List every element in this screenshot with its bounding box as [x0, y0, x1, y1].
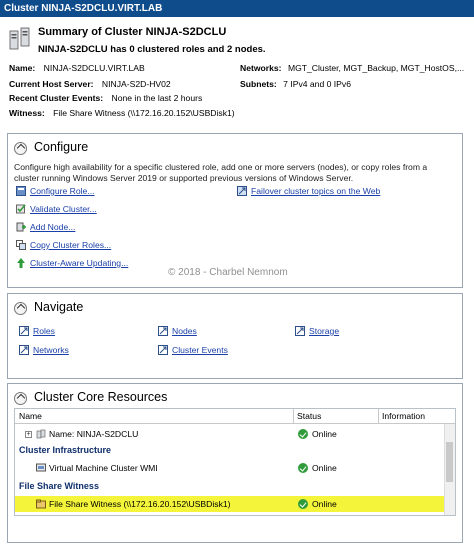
column-header-name[interactable]: Name: [19, 409, 42, 423]
configure-description: Configure high availability for a specif…: [14, 162, 428, 183]
configure-role-link[interactable]: Configure Role...: [30, 186, 95, 196]
add-node-icon: [16, 222, 26, 232]
host-label: Current Host Server:: [9, 79, 94, 89]
subnets-field: Subnets: 7 IPv4 and 0 IPv6: [240, 79, 351, 89]
resource-status: Online: [312, 499, 337, 509]
cluster-name-icon: [36, 429, 46, 439]
wmi-icon: [36, 463, 46, 472]
cluster-events-icon: [158, 345, 168, 355]
collapse-icon[interactable]: [14, 142, 27, 155]
expand-icon[interactable]: +: [25, 431, 32, 438]
subnets-value: 7 IPv4 and 0 IPv6: [283, 79, 351, 89]
file-share-icon: [36, 499, 46, 509]
name-field: Name: NINJA-S2DCLU.VIRT.LAB: [9, 63, 145, 73]
cluster-aware-updating-link[interactable]: Cluster-Aware Updating...: [30, 258, 128, 268]
online-icon: [298, 429, 308, 439]
watermark-text: © 2018 - Charbel Nemnom: [168, 267, 288, 278]
nav-networks-link[interactable]: Networks: [33, 345, 69, 355]
collapse-icon[interactable]: [14, 392, 27, 405]
summary-subtitle: NINJA-S2DCLU has 0 clustered roles and 2…: [38, 44, 266, 55]
cluster-aware-updating-icon: [17, 258, 25, 268]
column-header-information[interactable]: Information: [382, 409, 425, 423]
host-field: Current Host Server: NINJA-S2D-HV02: [9, 79, 171, 89]
configure-role-icon: [16, 186, 26, 196]
group-file-share-witness: File Share Witness: [19, 481, 99, 491]
networks-icon: [19, 345, 29, 355]
witness-label: Witness:: [9, 108, 45, 118]
core-resources-panel: Cluster Core Resources Name Status Infor…: [7, 383, 463, 543]
nodes-icon: [158, 326, 168, 336]
events-field: Recent Cluster Events: None in the last …: [9, 93, 202, 103]
core-resources-heading: Cluster Core Resources: [34, 390, 168, 404]
storage-icon: [295, 326, 305, 336]
navigate-heading: Navigate: [34, 300, 84, 314]
name-value: NINJA-S2DCLU.VIRT.LAB: [43, 63, 145, 73]
summary-title: Summary of Cluster NINJA-S2DCLU: [38, 26, 227, 38]
copy-cluster-roles-link[interactable]: Copy Cluster Roles...: [30, 240, 111, 250]
witness-value: File Share Witness (\\172.16.20.152\USBD…: [53, 108, 235, 118]
events-label: Recent Cluster Events:: [9, 93, 104, 103]
validate-cluster-icon: [16, 204, 26, 214]
configure-panel: Configure Configure high availability fo…: [7, 133, 463, 288]
configure-heading: Configure: [34, 140, 89, 154]
nav-nodes-link[interactable]: Nodes: [172, 326, 197, 336]
resource-status: Online: [312, 463, 337, 473]
summary-pane: Summary of Cluster NINJA-S2DCLU NINJA-S2…: [0, 17, 474, 545]
host-value: NINJA-S2D-HV02: [101, 79, 171, 89]
resource-name[interactable]: File Share Witness (\\172.16.20.152\USBD…: [49, 499, 231, 509]
subnets-label: Subnets:: [240, 79, 277, 89]
cluster-icon: [9, 27, 30, 50]
navigate-panel: Navigate Roles Nodes Storage Networks Cl…: [7, 293, 463, 379]
networks-field: Networks: MGT_Cluster, MGT_Backup, MGT_H…: [240, 63, 464, 73]
add-node-link[interactable]: Add Node...: [30, 222, 75, 232]
networks-value: MGT_Cluster, MGT_Backup, MGT_HostOS,...: [287, 63, 465, 73]
window-title: Cluster NINJA-S2DCLU.VIRT.LAB: [4, 3, 163, 14]
resource-name[interactable]: Virtual Machine Cluster WMI: [49, 463, 158, 473]
collapse-icon[interactable]: [14, 302, 27, 315]
name-label: Name:: [9, 63, 36, 73]
topics-web-icon: [237, 186, 247, 196]
online-icon: [298, 463, 308, 473]
events-value: None in the last 2 hours: [111, 93, 203, 103]
networks-label: Networks:: [240, 63, 282, 73]
nav-roles-link[interactable]: Roles: [33, 326, 55, 336]
roles-icon: [19, 326, 29, 336]
nav-cluster-events-link[interactable]: Cluster Events: [172, 345, 228, 355]
group-cluster-infrastructure: Cluster Infrastructure: [19, 445, 112, 455]
resource-name[interactable]: Name: NINJA-S2DCLU: [49, 429, 138, 439]
resource-status: Online: [312, 429, 337, 439]
validate-cluster-link[interactable]: Validate Cluster...: [30, 204, 97, 214]
window-title-bar: Cluster NINJA-S2DCLU.VIRT.LAB: [0, 0, 474, 17]
online-icon: [298, 499, 308, 509]
scrollbar-thumb[interactable]: [446, 442, 453, 482]
resources-grid: Name Status Information + Name: NINJA-S2…: [14, 408, 456, 516]
grid-scrollbar[interactable]: [444, 424, 455, 515]
nav-storage-link[interactable]: Storage: [309, 326, 339, 336]
column-header-status[interactable]: Status: [297, 409, 321, 423]
copy-roles-icon: [16, 240, 26, 250]
witness-field: Witness: File Share Witness (\\172.16.20…: [9, 108, 235, 118]
failover-topics-link[interactable]: Failover cluster topics on the Web: [251, 186, 380, 196]
